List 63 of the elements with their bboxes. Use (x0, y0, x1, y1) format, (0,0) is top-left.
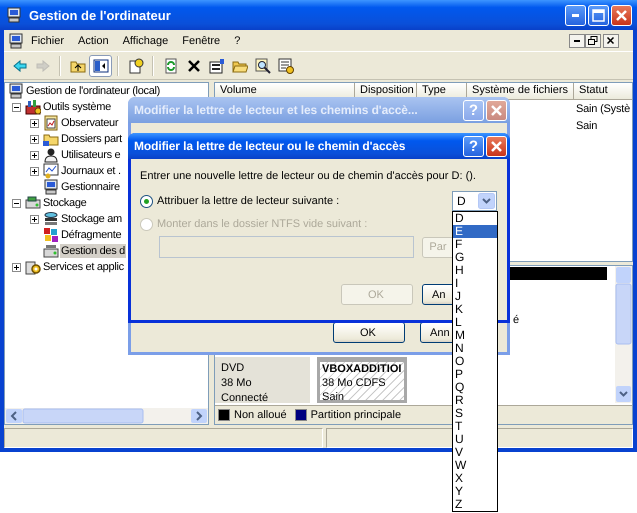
partition-text: é (513, 314, 520, 326)
tree-item[interactable]: Stockage (42, 196, 88, 210)
partition-info-text: Sain (322, 390, 346, 404)
table-cell: Sain (576, 120, 598, 132)
list-option[interactable]: Y (453, 485, 497, 498)
column-header[interactable]: Système de fichiers (467, 83, 574, 100)
partition-name: VBOXADDITIOI (322, 362, 402, 376)
list-option[interactable]: T (453, 420, 497, 433)
drive-letter-dropdown[interactable]: D (452, 191, 497, 211)
list-option[interactable]: P (453, 368, 497, 381)
partition-info-text: 38 Mo CDFS (322, 376, 387, 390)
list-option[interactable]: V (453, 446, 497, 459)
disk-info-text: DVD (221, 361, 246, 376)
list-option[interactable]: Q (453, 381, 497, 394)
list-option[interactable]: F (453, 238, 497, 251)
tree-item[interactable]: Stockage am (60, 212, 123, 226)
tree-item[interactable]: Observateur (60, 116, 120, 130)
list-option[interactable]: D (453, 212, 497, 225)
disk-info-text: Connecté (221, 391, 270, 406)
list-option[interactable]: R (453, 394, 497, 407)
tree-item[interactable]: Défragmente (60, 228, 122, 242)
table-cell: Sain (Systè (576, 102, 630, 114)
dialog-title: Modifier la lettre de lecteur ou le chemin d'accès (134, 139, 406, 153)
list-option[interactable]: G (453, 251, 497, 264)
window-title: Gestion de l'ordinateur (29, 8, 172, 22)
help-button[interactable]: ? (463, 136, 484, 156)
list-option[interactable]: K (453, 303, 497, 316)
list-option[interactable]: I (453, 277, 497, 290)
tree-item[interactable]: Outils système (42, 100, 112, 114)
tree-item[interactable]: Gestion des d (60, 244, 126, 258)
tree-item[interactable]: Utilisateurs e (60, 148, 122, 162)
dialog-title: Modifier la lettre de lecteur et les chemins d'accè... (134, 103, 419, 117)
list-option[interactable]: H (453, 264, 497, 277)
option-label: Monter dans le dossier NTFS vide suivant : (157, 218, 368, 230)
menu-item[interactable]: ? (227, 32, 248, 50)
column-header[interactable]: Statut (574, 83, 632, 100)
tree-item[interactable]: Services et applic (42, 260, 125, 274)
list-option[interactable]: N (453, 342, 497, 355)
menu-item[interactable]: Fichier (24, 32, 72, 50)
prompt-text: Entrer une nouvelle lettre de lecteur ou de chemin d'accès pour D: (). (140, 169, 477, 183)
tree-item[interactable]: Dossiers part (60, 132, 123, 146)
list-option[interactable]: E (453, 225, 497, 238)
menu-item[interactable]: Affichage (116, 32, 176, 50)
list-option[interactable]: W (453, 459, 497, 472)
list-option[interactable]: Z (453, 498, 497, 511)
menu-item[interactable]: Fenêtre (175, 32, 228, 50)
dialog-button[interactable]: OK (333, 322, 405, 343)
list-option[interactable]: L (453, 316, 497, 329)
disk-info-text: 38 Mo (221, 376, 253, 391)
list-option[interactable]: J (453, 290, 497, 303)
list-option[interactable]: U (453, 433, 497, 446)
menu-item[interactable]: Action (71, 32, 116, 50)
list-option[interactable]: X (453, 472, 497, 485)
tree-item[interactable]: Gestionnaire (60, 180, 121, 194)
legend-label: Partition principale (310, 409, 402, 421)
tree-item[interactable]: Gestion de l'ordinateur (local) (25, 84, 162, 98)
tree-item[interactable]: Journaux et . (60, 164, 122, 178)
list-option[interactable]: S (453, 407, 497, 420)
list-option[interactable]: M (453, 329, 497, 342)
partition-block[interactable]: VBOXADDITIOI 38 Mo CDFS Sain (317, 357, 407, 403)
option-label[interactable]: Attribuer la lettre de lecteur suivante : (157, 195, 340, 207)
list-option[interactable]: O (453, 355, 497, 368)
legend-label: Non alloué (234, 409, 287, 421)
